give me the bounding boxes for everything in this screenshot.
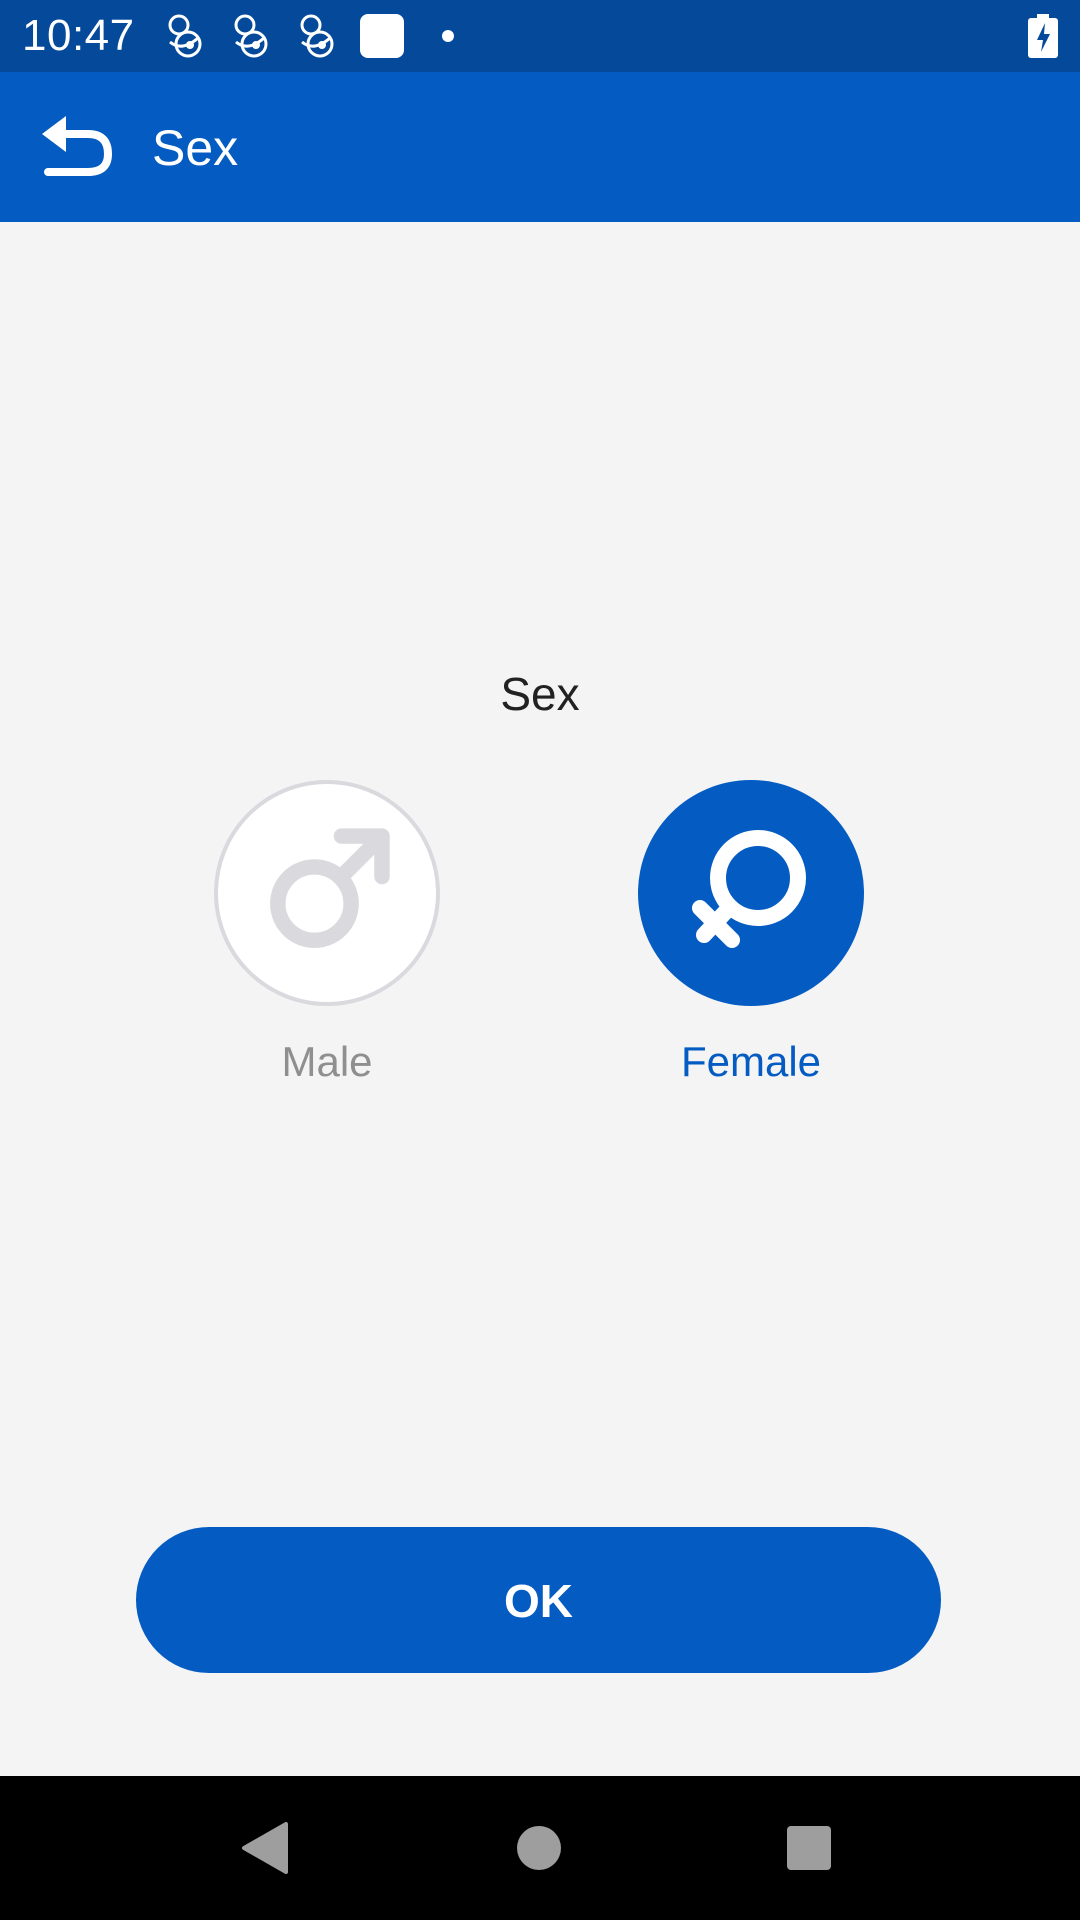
male-option-button[interactable] xyxy=(214,780,440,1006)
baby-feeding-icon xyxy=(234,14,268,58)
battery-charging-icon xyxy=(1028,14,1058,58)
female-label: Female xyxy=(680,1038,822,1085)
male-label: Male xyxy=(281,1038,373,1085)
baby-feeding-icon xyxy=(300,14,334,58)
app-bar: Sex xyxy=(0,72,1080,222)
female-option-button[interactable] xyxy=(638,780,864,1006)
back-arrow-icon[interactable] xyxy=(36,112,120,182)
screen: 10:47 Sex Sex Male Female OK xyxy=(0,0,1080,1920)
app-title: Sex xyxy=(152,120,239,176)
ok-button[interactable]: OK xyxy=(136,1527,941,1673)
baby-feeding-icon xyxy=(168,14,202,58)
male-symbol-icon xyxy=(270,828,390,948)
section-heading: Sex xyxy=(500,668,580,720)
dot-icon xyxy=(442,30,454,42)
white-square-icon xyxy=(360,14,404,58)
navigation-bar xyxy=(0,1776,1080,1920)
status-time: 10:47 xyxy=(22,11,135,60)
nav-recents-icon[interactable] xyxy=(781,1820,837,1876)
nav-back-icon[interactable] xyxy=(238,1820,294,1876)
female-symbol-icon xyxy=(692,830,806,948)
status-bar: 10:47 xyxy=(0,0,1080,72)
nav-home-icon[interactable] xyxy=(511,1820,567,1876)
